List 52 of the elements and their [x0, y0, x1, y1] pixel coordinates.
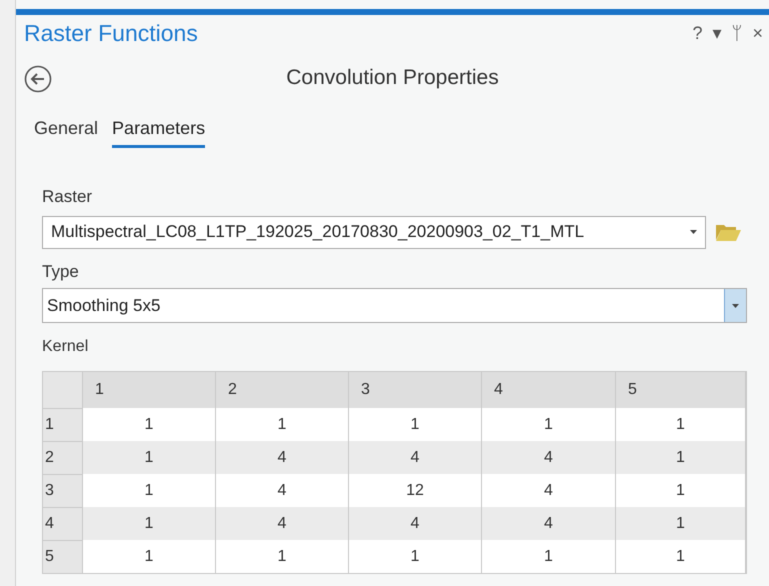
table-cell[interactable]: 4	[216, 474, 349, 507]
column-header: 4	[482, 372, 616, 408]
row-header: 2	[43, 441, 83, 474]
table-cell[interactable]: 1	[83, 474, 216, 507]
table-cell[interactable]: 1	[216, 408, 349, 441]
column-header: 2	[216, 372, 349, 408]
table-cell[interactable]: 1	[482, 540, 616, 573]
table-cell[interactable]: 1	[83, 540, 216, 573]
panel-control-button[interactable]: ▾	[710, 24, 724, 42]
table-cell[interactable]: 1	[349, 540, 482, 573]
field-label: Type	[42, 260, 80, 282]
column-header: 1	[83, 372, 216, 408]
table-cell[interactable]: 1	[616, 507, 746, 540]
table-cell[interactable]: 4	[216, 441, 349, 474]
back-icon[interactable]	[24, 65, 52, 93]
table-cell[interactable]: 1	[216, 540, 349, 573]
row-header: 3	[43, 474, 83, 507]
table-cell[interactable]: 1	[482, 408, 616, 441]
row-header: 5	[43, 540, 83, 573]
raster-dropdown[interactable]: Multispectral_LC08_L1TP_192025_20170830_20200903_02_T1_MTL	[42, 216, 706, 248]
table-cell[interactable]: 4	[482, 441, 616, 474]
table-cell[interactable]: 4	[482, 474, 616, 507]
table-cell[interactable]: 4	[349, 441, 482, 474]
table-cell[interactable]: 1	[83, 441, 216, 474]
table-cell[interactable]: 1	[616, 441, 746, 474]
panel-title: Raster Functions	[24, 18, 198, 48]
table-cell[interactable]: 1	[83, 507, 216, 540]
table-cell[interactable]: 1	[349, 408, 482, 441]
table-cell[interactable]: 4	[349, 507, 482, 540]
panel-control-button[interactable]: ᛘ	[729, 24, 744, 42]
table-cell[interactable]: 1	[616, 408, 746, 441]
table-cell[interactable]: 1	[83, 408, 216, 441]
column-header: 5	[616, 372, 746, 408]
table-cell[interactable]: 4	[482, 507, 616, 540]
table-cell[interactable]: 1	[616, 474, 746, 507]
table-cell[interactable]: 12	[349, 474, 482, 507]
type-dropdown[interactable]: Smoothing 5x5	[42, 288, 747, 323]
caret-icon	[690, 230, 697, 234]
tab[interactable]: Parameters	[112, 115, 206, 148]
properties-title: Convolution Properties	[286, 65, 499, 92]
column-header: 3	[349, 372, 482, 408]
panel-control-button[interactable]: ×	[750, 24, 765, 42]
table-cell[interactable]: 1	[616, 540, 746, 573]
field-label: Raster	[42, 186, 94, 208]
dropdown-arrow-button[interactable]	[724, 289, 746, 322]
panel-control-button[interactable]: ?	[690, 24, 704, 42]
tab[interactable]: General	[34, 115, 98, 148]
table-cell[interactable]: 4	[216, 507, 349, 540]
caret-icon	[732, 304, 739, 308]
row-header: 1	[43, 408, 83, 441]
row-header: 4	[43, 507, 83, 540]
field-label: Kernel	[42, 337, 90, 357]
